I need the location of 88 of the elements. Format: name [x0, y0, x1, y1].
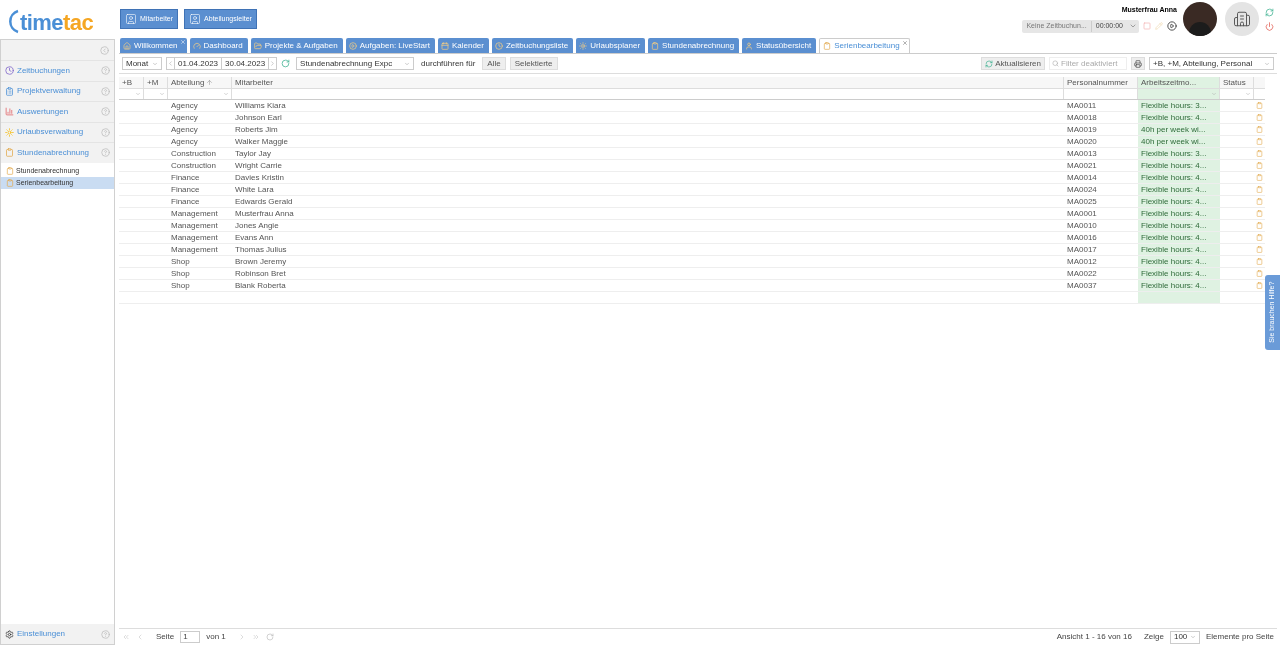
table-cell-text: Shop — [170, 268, 191, 279]
table-cell-text: MA0037 — [1066, 280, 1098, 291]
table-cell: Flexible hours: 4... — [1138, 280, 1220, 291]
table-cell-text: Evans Ann — [234, 232, 275, 243]
table-cell-text: Brown Jeremy — [234, 256, 288, 267]
table-cell-text: MA0018 — [1066, 112, 1098, 123]
table-cell-text: MA0013 — [1066, 148, 1098, 159]
table-cell-text: MA0016 — [1066, 232, 1098, 243]
show-label: Zeige — [1143, 631, 1164, 643]
table-cell: Flexible hours: 4... — [1138, 160, 1220, 171]
table-cell-text: Management — [170, 244, 219, 255]
table-cell-text: Jones Angie — [234, 220, 280, 231]
table-cell-text: Shop — [170, 256, 191, 267]
table-cell: Flexible hours: 4... — [1138, 208, 1220, 219]
column-header[interactable]: Arbeitszeitmo... — [1138, 77, 1220, 88]
table-cell-text: Shop — [170, 280, 191, 291]
table-cell-text: Edwards Gerald — [234, 196, 294, 207]
table-cell-text: MA0025 — [1066, 196, 1098, 207]
per-page-label: Elemente pro Seite — [1205, 631, 1274, 643]
table-cell-text: Agency — [170, 136, 199, 147]
table-cell: Flexible hours: 4... — [1138, 172, 1220, 183]
table-cell-text: MA0019 — [1066, 124, 1098, 135]
column-header[interactable]: Mitarbeiter — [232, 77, 1064, 88]
table-cell-text: Walker Maggie — [234, 136, 290, 147]
table-cell-text: Robinson Bret — [234, 268, 287, 279]
apply-button[interactable]: Alle — [482, 57, 506, 70]
table-cell: Flexible hours: 4... — [1138, 184, 1220, 195]
table-cell-text: MA0020 — [1066, 136, 1098, 147]
date-from-field[interactable]: 01.04.2023 — [174, 58, 223, 69]
column-header[interactable]: Abteilung — [168, 77, 232, 88]
table-cell-text: Thomas Julius — [234, 244, 288, 255]
page-field[interactable]: 1 — [180, 631, 201, 643]
table-cell-text: Finance — [170, 184, 201, 195]
table-cell: Flexible hours: 4... — [1138, 268, 1220, 279]
table-cell-text: MA0024 — [1066, 184, 1098, 195]
table-cell-text: MA0021 — [1066, 160, 1098, 171]
apply-label: durchführen für — [421, 57, 476, 70]
table-cell-text: MA0022 — [1066, 268, 1098, 279]
table-cell-text: Blank Roberta — [234, 280, 287, 291]
table-cell-text: MA0012 — [1066, 256, 1098, 267]
table-cell-text: Agency — [170, 112, 199, 123]
page-label: Seite — [156, 631, 175, 643]
table-cell-text: Finance — [170, 196, 201, 207]
table-cell: 40h per week wi... — [1138, 124, 1220, 135]
table-cell: Flexible hours: 4... — [1138, 220, 1220, 231]
column-header[interactable]: Status — [1220, 77, 1254, 88]
column-header[interactable]: +M — [144, 77, 168, 88]
table-cell: Flexible hours: 4... — [1138, 232, 1220, 243]
table-cell-text: MA0010 — [1066, 220, 1098, 231]
period-select[interactable]: Monat — [122, 57, 162, 70]
table-cell-text: Williams Kiara — [234, 100, 287, 111]
table-cell-text: Taylor Jay — [234, 148, 272, 159]
table-cell-text: Finance — [170, 172, 201, 183]
logo: timetac — [20, 12, 94, 34]
table-cell-text: Construction — [170, 160, 217, 171]
table-cell-text: Musterfrau Anna — [234, 208, 295, 219]
tab[interactable]: Serienbearbeitung — [819, 38, 910, 53]
table-cell: Flexible hours: 4... — [1138, 196, 1220, 207]
table-cell-text: Johnson Earl — [234, 112, 283, 123]
columns-select[interactable]: +B, +M, Abteilung, Personal — [1149, 57, 1274, 70]
table-cell: Flexible hours: 3... — [1138, 100, 1220, 111]
table-cell-text: Davies Kristin — [234, 172, 285, 183]
table-cell-text: Agency — [170, 124, 199, 135]
table-cell-text: Construction — [170, 148, 217, 159]
table-cell-text: Wright Carrie — [234, 160, 283, 171]
table-cell-text: Management — [170, 220, 219, 231]
apply-button[interactable]: Selektierte — [509, 57, 558, 70]
table-cell-text: Management — [170, 208, 219, 219]
table-cell: Flexible hours: 4... — [1138, 256, 1220, 267]
column-header[interactable]: +B — [119, 77, 144, 88]
page-summary: Ansicht 1 - 16 von 16 — [1056, 631, 1132, 643]
table-cell-text: Agency — [170, 100, 199, 111]
table-cell-text: MA0014 — [1066, 172, 1098, 183]
table-cell-text: Roberts Jim — [234, 124, 279, 135]
table-cell-text: White Lara — [234, 184, 275, 195]
action-select[interactable]: Stundenabrechnung Expc — [296, 57, 415, 70]
page-count: von 1 — [206, 631, 226, 643]
date-to-field[interactable]: 30.04.2023 — [222, 58, 270, 69]
table-cell-text: MA0011 — [1066, 100, 1098, 111]
page-size-select[interactable]: 100 — [1169, 630, 1200, 644]
table-cell-text: MA0017 — [1066, 244, 1098, 255]
table-cell: 40h per week wi... — [1138, 136, 1220, 147]
table-cell: Flexible hours: 4... — [1138, 244, 1220, 255]
table-cell-text: MA0001 — [1066, 208, 1098, 219]
table-cell: Flexible hours: 4... — [1138, 112, 1220, 123]
table-cell: Flexible hours: 3... — [1138, 148, 1220, 159]
refresh-button[interactable]: Aktualisieren — [981, 57, 1045, 70]
table-cell-text: Management — [170, 232, 219, 243]
